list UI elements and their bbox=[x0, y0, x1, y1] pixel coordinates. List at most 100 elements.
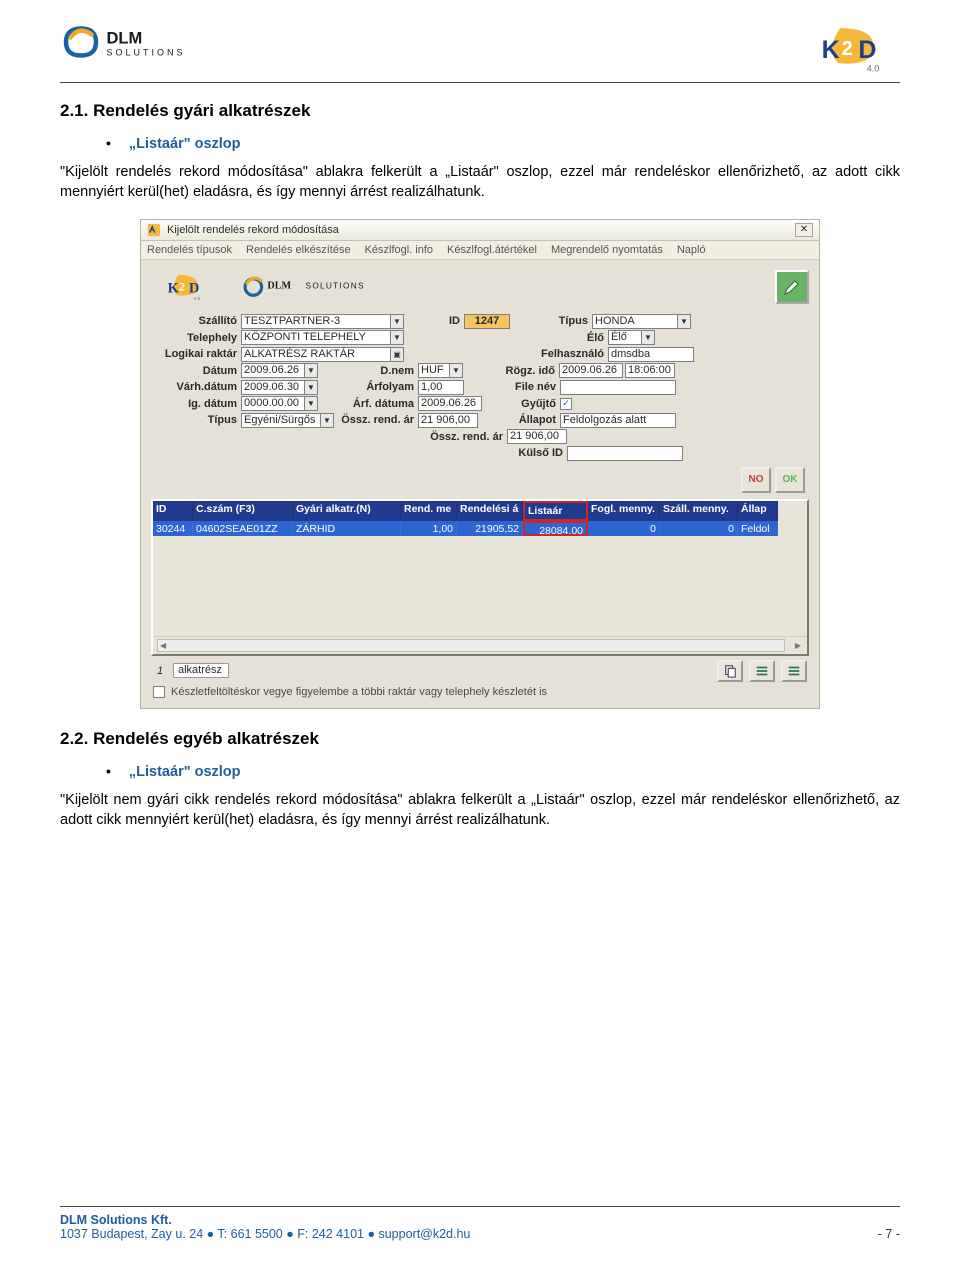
field-felh[interactable]: dmsdba bbox=[608, 347, 694, 362]
col-foglmenny[interactable]: Fogl. menny. bbox=[588, 501, 660, 521]
window-titlebar: Kijelölt rendelés rekord módosítása ✕ bbox=[141, 220, 819, 241]
chevron-down-icon[interactable]: ▼ bbox=[321, 413, 334, 428]
svg-text:D: D bbox=[858, 36, 876, 64]
chevron-down-icon[interactable]: ▼ bbox=[305, 363, 318, 378]
chevron-down-icon[interactable]: ▼ bbox=[305, 380, 318, 395]
field-telephely[interactable]: KÖZPONTI TELEPHELY bbox=[241, 330, 391, 345]
scrollbar-horizontal[interactable] bbox=[157, 639, 785, 652]
form-region: Szállító TESZTPARTNER-3▼ ID 1247 Típus H… bbox=[151, 314, 809, 461]
col-szallmenny[interactable]: Száll. menny. bbox=[660, 501, 738, 521]
checkbox-gyujto[interactable]: ✓ bbox=[560, 398, 572, 410]
menu-item[interactable]: Rendelés típusok bbox=[147, 244, 232, 256]
label-kulsoid: Külső ID bbox=[507, 447, 567, 459]
field-osszrend[interactable]: 21 906,00 bbox=[418, 413, 478, 428]
chevron-down-icon[interactable]: ▼ bbox=[391, 314, 404, 329]
field-elo[interactable]: Élő bbox=[608, 330, 642, 345]
field-id[interactable]: 1247 bbox=[464, 314, 510, 329]
svg-text:DLM: DLM bbox=[267, 280, 291, 291]
col-id[interactable]: ID bbox=[153, 501, 193, 521]
chevron-down-icon[interactable]: ▼ bbox=[450, 363, 463, 378]
label-arfolyam: Árfolyam bbox=[318, 381, 418, 393]
field-igdatum[interactable]: 0000.00.00 bbox=[241, 396, 305, 411]
lookup-icon[interactable]: ▣ bbox=[391, 347, 404, 362]
col-listaar[interactable]: Listaár bbox=[523, 501, 588, 521]
svg-text:SOLUTIONS: SOLUTIONS bbox=[107, 48, 186, 58]
edit-button[interactable] bbox=[775, 270, 809, 304]
footer-address: 1037 Budapest, Zay u. 24 ● T: 661 5500 ●… bbox=[60, 1227, 470, 1241]
window-close-icon[interactable]: ✕ bbox=[795, 223, 813, 237]
menu-item[interactable]: Megrendelő nyomtatás bbox=[551, 244, 663, 256]
menu-item[interactable]: Készlfogl.átértékel bbox=[447, 244, 537, 256]
label-tipus2: Típus bbox=[151, 414, 241, 426]
field-rogz-time[interactable]: 18:06:00 bbox=[625, 363, 675, 378]
field-kulsoid[interactable] bbox=[567, 446, 683, 461]
label-filenev: File név bbox=[464, 381, 560, 393]
svg-text:SOLUTIONS: SOLUTIONS bbox=[306, 281, 365, 290]
section-2-2-paragraph: "Kijelölt nem gyári cikk rendelés rekord… bbox=[60, 790, 900, 831]
label-felh: Felhasználó bbox=[526, 348, 608, 360]
svg-text:K: K bbox=[168, 280, 180, 296]
field-varh[interactable]: 2009.06.30 bbox=[241, 380, 305, 395]
field-rogz[interactable]: 2009.06.26 bbox=[559, 363, 623, 378]
label-osszrend: Össz. rend. ár bbox=[334, 414, 418, 426]
field-dnem[interactable]: HUF bbox=[418, 363, 450, 378]
field-szallito[interactable]: TESZTPARTNER-3 bbox=[241, 314, 391, 329]
label-tipus: Típus bbox=[510, 315, 592, 327]
field-datum[interactable]: 2009.06.26 bbox=[241, 363, 305, 378]
chevron-down-icon[interactable]: ▼ bbox=[642, 330, 655, 345]
section-2-1-paragraph: "Kijelölt rendelés rekord módosítása" ab… bbox=[60, 162, 900, 203]
category-field[interactable]: alkatrész bbox=[173, 663, 229, 678]
svg-text:2: 2 bbox=[842, 38, 853, 60]
table-row[interactable]: 30244 04602SEAE01ZZ ZÁRHID 1,00 21905,52… bbox=[153, 521, 807, 536]
copy-button[interactable] bbox=[717, 660, 743, 682]
label-gyujto: Gyűjtő bbox=[482, 398, 560, 410]
field-tipus[interactable]: HONDA bbox=[592, 314, 678, 329]
cell: ZÁRHID bbox=[293, 521, 401, 536]
label-igdatum: Ig. dátum bbox=[151, 398, 241, 410]
chevron-down-icon[interactable]: ▼ bbox=[678, 314, 691, 329]
field-allapot[interactable]: Feldolgozás alatt bbox=[560, 413, 676, 428]
list-button-2[interactable] bbox=[781, 660, 807, 682]
row-count: 1 bbox=[153, 665, 167, 677]
chevron-down-icon[interactable]: ▼ bbox=[305, 396, 318, 411]
label-rogz: Rögz. idő bbox=[463, 365, 559, 377]
label-raktar: Logikai raktár bbox=[151, 348, 241, 360]
field-filenev[interactable] bbox=[560, 380, 676, 395]
cell-listaar: 28084,00 bbox=[523, 521, 588, 536]
menubar: Rendelés típusok Rendelés elkészítése Ké… bbox=[141, 241, 819, 260]
col-rendelesi[interactable]: Rendelési á bbox=[457, 501, 523, 521]
svg-text:2: 2 bbox=[179, 280, 185, 293]
label-dnem: D.nem bbox=[318, 365, 418, 377]
col-cszam[interactable]: C.szám (F3) bbox=[193, 501, 293, 521]
menu-item[interactable]: Készlfogl. info bbox=[365, 244, 433, 256]
data-grid: ID C.szám (F3) Gyári alkatr.(N) Rend. me… bbox=[151, 499, 809, 656]
col-gyari[interactable]: Gyári alkatr.(N) bbox=[293, 501, 401, 521]
ok-button[interactable]: OK bbox=[775, 467, 805, 493]
list-button-1[interactable] bbox=[749, 660, 775, 682]
checkbox-keszlet[interactable] bbox=[153, 686, 165, 698]
field-arfolyam[interactable]: 1,00 bbox=[418, 380, 464, 395]
cell: 30244 bbox=[153, 521, 193, 536]
section-2-2-heading: 2.2. Rendelés egyéb alkatrészek bbox=[60, 729, 900, 749]
window-title: Kijelölt rendelés rekord módosítása bbox=[167, 224, 339, 236]
chevron-down-icon[interactable]: ▼ bbox=[391, 330, 404, 345]
field-tipus2[interactable]: Egyéni/Sürgős bbox=[241, 413, 321, 428]
label-datum: Dátum bbox=[151, 365, 241, 377]
label-telephely: Telephely bbox=[151, 332, 241, 344]
col-allap[interactable]: Állap bbox=[738, 501, 778, 521]
menu-item[interactable]: Rendelés elkészítése bbox=[246, 244, 351, 256]
menu-item[interactable]: Napló bbox=[677, 244, 706, 256]
no-button[interactable]: NO bbox=[741, 467, 771, 493]
svg-text:D: D bbox=[189, 280, 199, 296]
section-2-1-heading: 2.1. Rendelés gyári alkatrészek bbox=[60, 101, 900, 121]
footer-divider bbox=[60, 1206, 900, 1207]
field-osszrend2[interactable]: 21 906,00 bbox=[507, 429, 567, 444]
field-arfdat[interactable]: 2009.06.26 bbox=[418, 396, 482, 411]
section-2-1-bullet: „Listaár" oszlop bbox=[106, 135, 900, 152]
label-allapot: Állapot bbox=[478, 414, 560, 426]
col-rendme[interactable]: Rend. me bbox=[401, 501, 457, 521]
dlm-brand-icon: DLM SOLUTIONS bbox=[241, 273, 421, 301]
svg-text:DLM: DLM bbox=[107, 30, 143, 48]
field-raktar[interactable]: ALKATRÉSZ RAKTÁR bbox=[241, 347, 391, 362]
footer-company: DLM Solutions Kft. bbox=[60, 1213, 172, 1227]
